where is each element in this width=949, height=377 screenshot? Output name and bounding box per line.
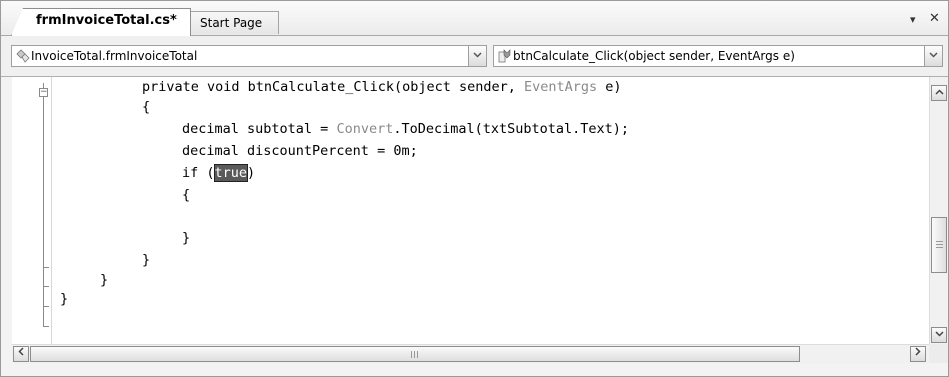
chevron-down-icon[interactable]	[468, 46, 486, 66]
close-icon[interactable]: ✕	[929, 11, 940, 26]
class-combo-value: InvoiceTotal.frmInvoiceTotal	[31, 49, 198, 63]
code-line: }	[182, 230, 191, 246]
scrollbar-corner	[929, 344, 948, 363]
code-line: }	[142, 252, 151, 268]
code-line: {	[142, 99, 151, 115]
outline-tick	[43, 286, 49, 287]
tab-start-page[interactable]: Start Page	[187, 11, 279, 34]
tab-label: Start Page	[200, 16, 263, 30]
scroll-left-button[interactable]	[13, 346, 29, 362]
code-line: }	[100, 272, 109, 288]
outline-line	[43, 83, 44, 327]
vertical-scroll-thumb[interactable]	[931, 217, 947, 273]
vertical-scrollbar[interactable]	[929, 77, 948, 344]
type-name: EventArgs	[524, 79, 598, 95]
class-icon	[16, 49, 30, 63]
chevron-down-icon[interactable]	[924, 46, 942, 66]
code-line: if (true)	[182, 164, 256, 182]
class-combo[interactable]: InvoiceTotal.frmInvoiceTotal	[11, 45, 487, 67]
scroll-up-button[interactable]	[931, 85, 947, 101]
outline-tick	[43, 306, 49, 307]
navigation-bar: InvoiceTotal.frmInvoiceTotal btnCalculat…	[1, 36, 948, 77]
code-line: private void btnCalculate_Click(object s…	[142, 79, 622, 95]
code-line: decimal discountPercent = 0m;	[182, 143, 418, 159]
member-combo-value: btnCalculate_Click(object sender, EventA…	[513, 49, 795, 63]
code-line: {	[182, 187, 191, 203]
member-combo[interactable]: btnCalculate_Click(object sender, EventA…	[493, 45, 943, 67]
horizontal-scrollbar[interactable]	[12, 344, 929, 364]
scroll-right-button[interactable]	[910, 346, 926, 362]
outline-tick	[43, 326, 49, 327]
tab-frm-invoice-total[interactable]: frmInvoiceTotal.cs*	[11, 8, 191, 36]
code-line: decimal subtotal = Convert.ToDecimal(txt…	[182, 121, 630, 137]
method-icon	[498, 49, 512, 63]
code-editor[interactable]: − private void btnCalculate_Click(object…	[12, 77, 929, 344]
type-name: Convert	[336, 121, 394, 137]
code-line: }	[60, 291, 69, 307]
outline-tick	[43, 267, 49, 268]
tab-label: frmInvoiceTotal.cs*	[36, 13, 177, 28]
collapse-icon[interactable]: −	[39, 88, 48, 97]
indicator-margin-divider	[51, 77, 52, 344]
tab-list-dropdown-icon[interactable]: ▾	[910, 13, 916, 26]
scroll-down-button[interactable]	[931, 327, 947, 343]
horizontal-scroll-thumb[interactable]	[30, 346, 800, 362]
selected-text[interactable]: true	[213, 164, 249, 182]
document-tab-strip: frmInvoiceTotal.cs* Start Page ▾ ✕	[1, 1, 948, 36]
code-editor-window: frmInvoiceTotal.cs* Start Page ▾ ✕ Invoi…	[0, 0, 949, 377]
